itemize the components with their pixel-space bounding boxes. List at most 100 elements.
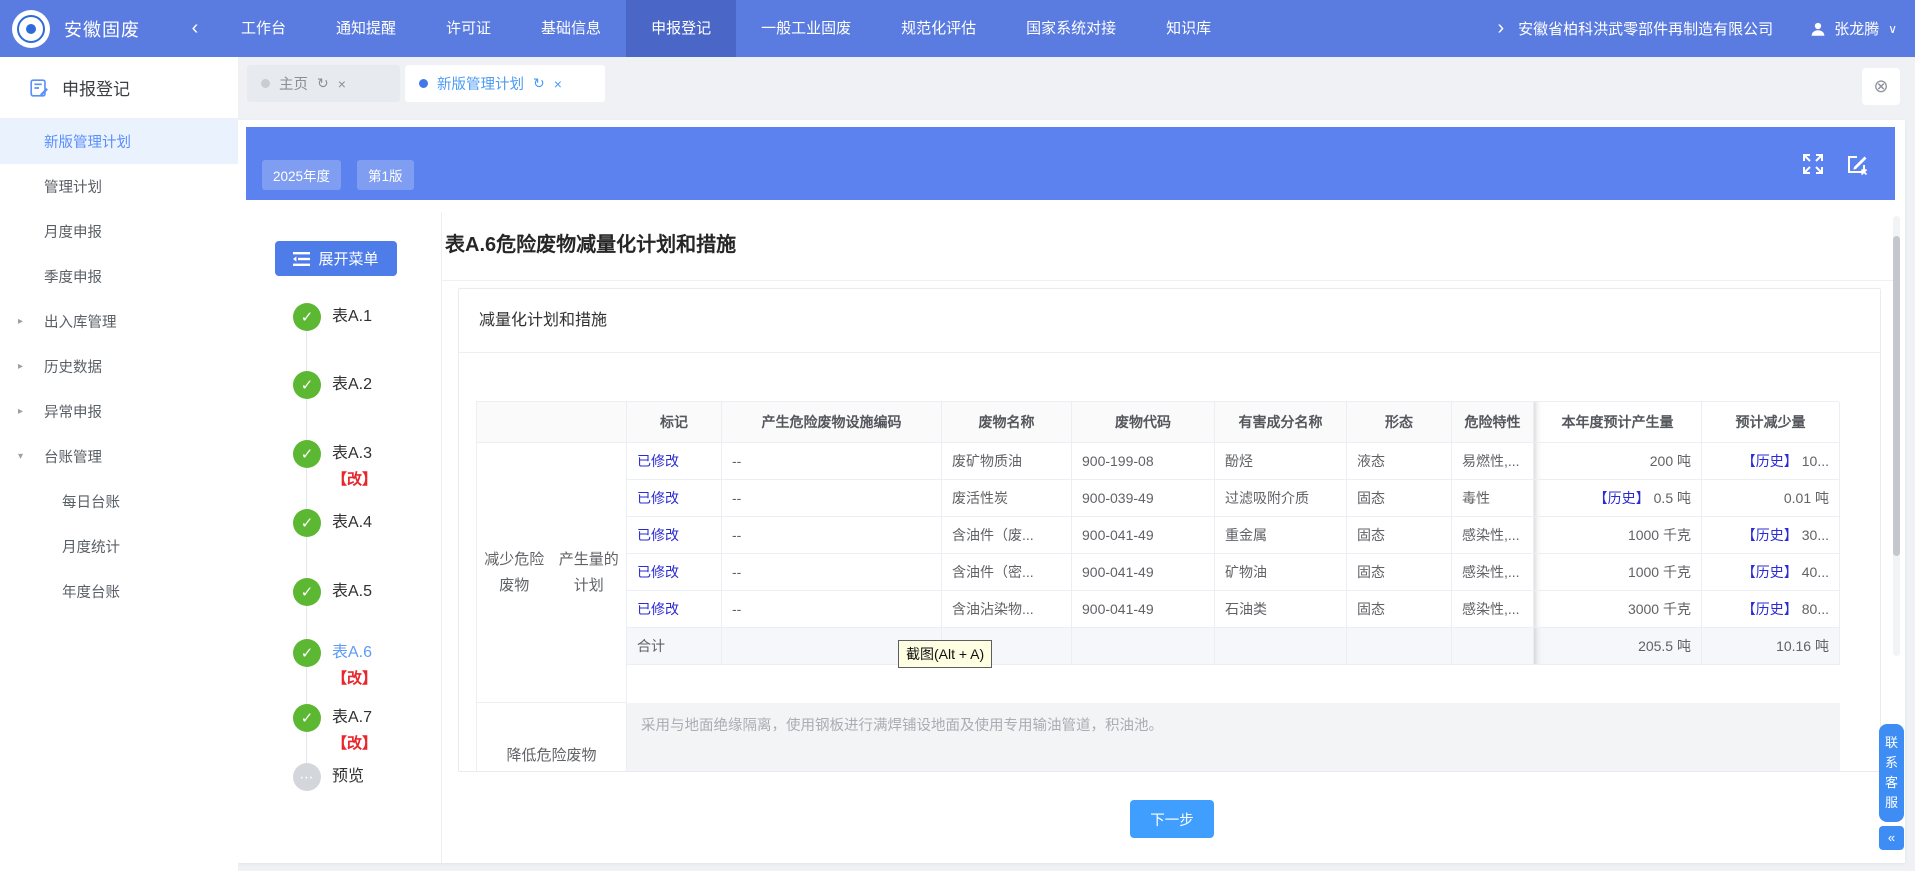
app-logo [12,10,50,48]
cell-facility: -- [722,591,942,628]
nav-item-license[interactable]: 许可证 [421,0,516,57]
nav-item-knowledge[interactable]: 知识库 [1141,0,1236,57]
contact-service-button[interactable]: 联系客服 [1879,724,1904,822]
history-link[interactable]: 【历史】 [1742,562,1798,582]
expand-menu-button[interactable]: 展开菜单 [275,241,397,276]
modified-link[interactable]: 已修改 [637,599,679,619]
nav-collapse-icon[interactable]: ‹ [182,17,208,40]
cell-form: 固态 [1347,517,1452,554]
arrow-right-icon: ▸ [18,406,23,417]
history-link[interactable]: 【历史】 [1594,488,1650,508]
scrollbar-thumb[interactable] [1893,236,1900,556]
sidebar-item-ledger[interactable]: ▾ 台账管理 [0,434,238,479]
col-header-waste-name: 废物名称 [942,402,1072,443]
modified-link[interactable]: 已修改 [637,525,679,545]
sidebar-item-daily-ledger[interactable]: 每日台账 [0,479,238,524]
col-header-hazard: 危险特性 [1452,402,1534,443]
nav-item-declaration[interactable]: 申报登记 [626,0,736,57]
step-table-a5[interactable]: ✓ 表A.5 [293,578,372,606]
cell-waste-code: 900-041-49 [1072,591,1215,628]
nav-item-basic-info[interactable]: 基础信息 [516,0,626,57]
company-name[interactable]: 安徽省柏科洪武零部件再制造有限公司 [1518,18,1773,39]
modified-link[interactable]: 已修改 [637,451,679,471]
step-table-a4[interactable]: ✓ 表A.4 [293,509,372,537]
check-icon: ✓ [293,704,321,732]
menu-icon [293,252,310,266]
reduction-plan-card: 减量化计划和措施 减少危险废物产生量的计划 标记 产生危险废物设施编码 废物名称… [458,288,1881,772]
fullscreen-icon[interactable] [1801,152,1825,176]
dots-icon: ⋯ [293,763,321,791]
changed-badge: 【改】 [332,667,377,691]
nav-item-notifications[interactable]: 通知提醒 [311,0,421,57]
close-icon[interactable]: × [554,76,562,92]
sidebar-item-monthly[interactable]: 月度申报 [0,209,238,254]
total-label: 合计 [627,628,722,665]
arrow-down-icon: ▾ [18,451,23,462]
history-link[interactable]: 【历史】 [1742,525,1798,545]
user-menu[interactable]: 张龙腾 ∨ [1809,18,1897,39]
tab-home-label: 主页 [279,73,308,94]
nav-item-standard-eval[interactable]: 规范化评估 [876,0,1001,57]
step-preview[interactable]: ⋯ 预览 [293,763,364,791]
history-link[interactable]: 【历史】 [1742,451,1798,471]
table-total-row: 合计 205.5 吨 10.16 吨 [627,628,1840,665]
sidebar-item-monthly-stats[interactable]: 月度统计 [0,524,238,569]
table-row: 已修改 -- 废矿物质油 900-199-08 酚烃 液态 易燃性,... 20… [627,443,1840,480]
measures-textarea[interactable]: 采用与地面绝缘隔离，使用钢板进行满焊铺设地面及使用专用输油管道，积油池。 [627,703,1840,772]
refresh-icon[interactable]: ↻ [317,75,329,92]
cell-reduce: 0.01 吨 [1702,480,1840,517]
cell-output: 200 吨 [1534,443,1702,480]
changed-badge: 【改】 [332,468,377,492]
cell-facility: -- [722,443,942,480]
sidebar-item-plan[interactable]: 管理计划 [0,164,238,209]
company-arrow-icon[interactable]: › [1498,17,1505,40]
cell-form: 固态 [1347,554,1452,591]
logo-emblem-icon [17,15,45,43]
sidebar-item-new-plan[interactable]: 新版管理计划 [0,119,238,164]
close-icon[interactable]: × [338,76,346,92]
edit-cancel-icon[interactable] [1845,152,1869,176]
tab-home[interactable]: 主页 ↻ × [247,65,400,102]
close-all-tabs-button[interactable]: ⊗ [1862,68,1900,105]
sidebar-header: 申报登记 [0,57,238,119]
col-header-waste-code: 废物代码 [1072,402,1215,443]
total-output: 205.5 吨 [1534,628,1702,665]
step-table-a3[interactable]: ✓ 表A.3 【改】 [293,440,377,492]
row-group-label: 减少危险废物产生量的计划 [477,443,627,703]
step-table-a2[interactable]: ✓ 表A.2 [293,371,372,399]
history-link[interactable]: 【历史】 [1742,599,1798,619]
nav-item-workbench[interactable]: 工作台 [216,0,311,57]
table-row: 已修改 -- 含油沾染物... 900-041-49 石油类 固态 感染性,..… [627,591,1840,628]
nav-item-national-link[interactable]: 国家系统对接 [1001,0,1141,57]
modified-link[interactable]: 已修改 [637,488,679,508]
total-reduce: 10.16 吨 [1702,628,1840,665]
refresh-icon[interactable]: ↻ [533,75,545,92]
sidebar-item-history-data[interactable]: ▸ 历史数据 [0,344,238,389]
next-step-button[interactable]: 下一步 [1130,800,1214,838]
check-icon: ✓ [293,509,321,537]
step-table-a1[interactable]: ✓ 表A.1 [293,303,372,331]
table-row: 已修改 -- 废活性炭 900-039-49 过滤吸附介质 固态 毒性 【历史】… [627,480,1840,517]
sidebar-item-quarterly[interactable]: 季度申报 [0,254,238,299]
app-brand: 安徽固废 [64,16,140,42]
step-table-a6[interactable]: ✓ 表A.6 【改】 [293,639,377,691]
scrollbar-track[interactable] [1893,216,1900,656]
sidebar-item-yearly-ledger[interactable]: 年度台账 [0,569,238,614]
sidebar: 申报登记 新版管理计划 管理计划 月度申报 季度申报 ▸ 出入库管理 ▸ 历史数… [0,57,238,871]
tab-new-plan[interactable]: 新版管理计划 ↻ × [405,65,605,102]
sidebar-item-inout-storage[interactable]: ▸ 出入库管理 [0,299,238,344]
user-name: 张龙腾 [1834,18,1879,39]
cell-harmful: 矿物油 [1215,554,1347,591]
arrow-right-icon: ▸ [18,316,23,327]
cell-hazard: 易燃性,... [1452,443,1534,480]
modified-link[interactable]: 已修改 [637,562,679,582]
sidebar-item-abnormal[interactable]: ▸ 异常申报 [0,389,238,434]
col-header-output: 本年度预计产生量 [1534,402,1702,443]
cell-facility: -- [722,517,942,554]
nav-item-general-waste[interactable]: 一般工业固废 [736,0,876,57]
cell-harmful: 过滤吸附介质 [1215,480,1347,517]
step-table-a7[interactable]: ✓ 表A.7 【改】 [293,704,377,756]
cell-hazard: 感染性,... [1452,517,1534,554]
service-collapse-button[interactable]: « [1879,826,1904,850]
main-panel: 2025年度 第1版 展开菜单 ✓ 表A.1 ✓ 表A.2 ✓ 表A.3 【改】 [238,120,1905,863]
